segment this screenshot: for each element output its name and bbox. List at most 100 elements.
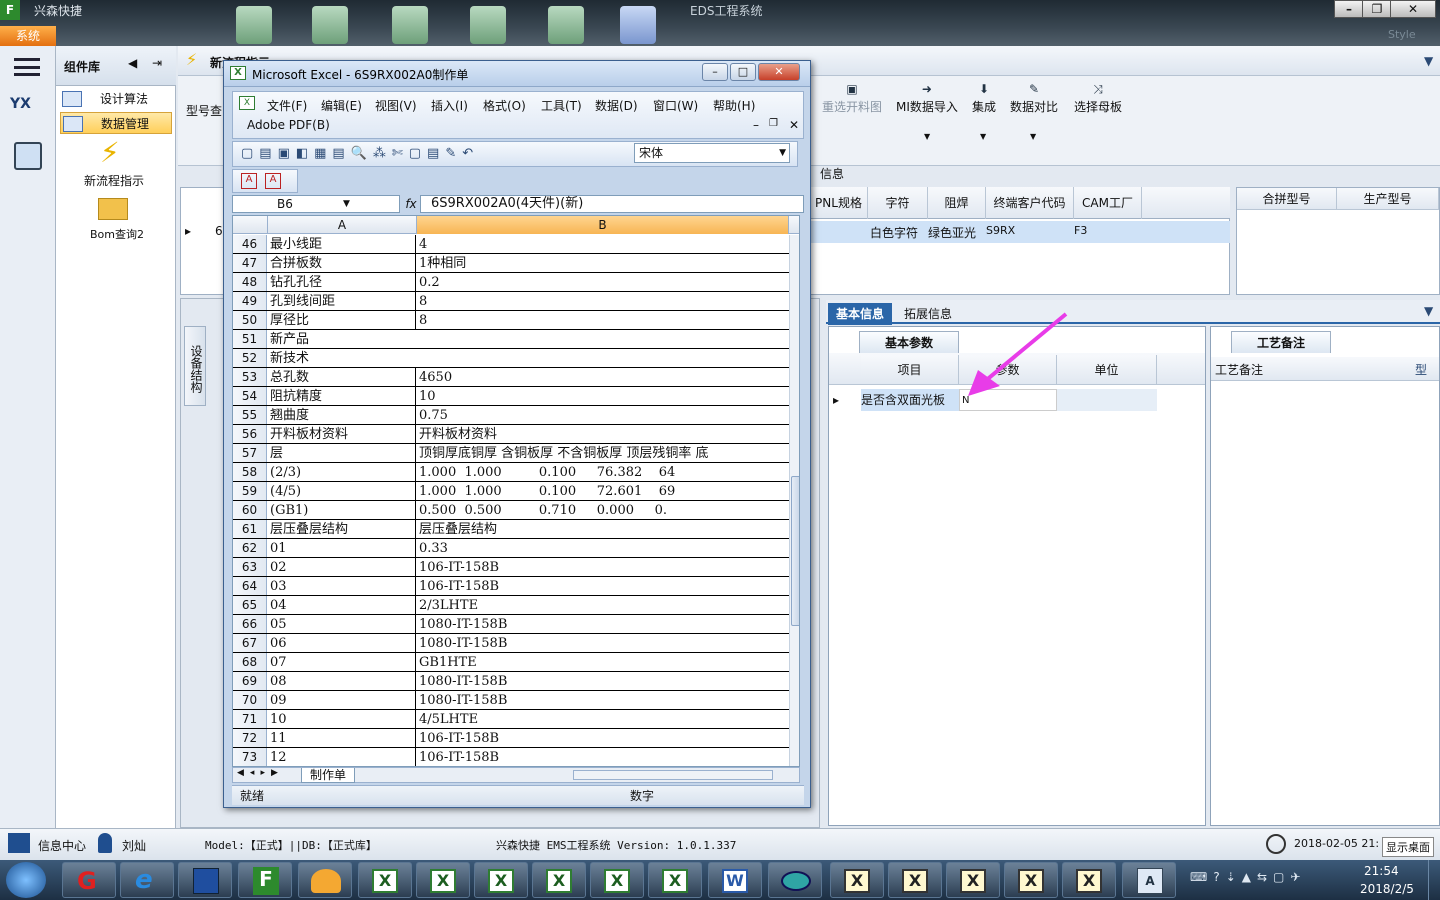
cell-solder[interactable]: 绿色亚光 [928,224,976,241]
dropdown-arrow-icon[interactable]: ▼ [980,132,986,141]
pdf-mail-icon[interactable]: A [265,173,281,189]
side-tab-equipment[interactable]: 设备结构 [184,326,206,406]
font-selector[interactable]: 宋体 ▼ [634,143,790,163]
sheet-row[interactable]: 69 08 1080-IT-158B [233,672,789,691]
cell-b[interactable]: 8 [417,292,789,310]
col-item[interactable]: 项目 [861,355,959,385]
chevron-down-icon[interactable]: ▼ [779,144,786,162]
row-number[interactable]: 70 [233,691,267,709]
sheet-row[interactable]: 49 孔到线间距 8 [233,292,789,311]
taskbar-excel[interactable]: X [648,862,702,898]
taskbar-ie[interactable]: e [120,862,174,898]
row-number[interactable]: 52 [233,349,267,367]
row-number[interactable]: 67 [233,634,267,652]
lib-item-design[interactable]: 设计算法 [60,88,172,110]
restore-button[interactable]: ❐ [1362,0,1392,18]
cell-b[interactable]: 1080-IT-158B [417,634,789,652]
row-number[interactable]: 62 [233,539,267,557]
cell-a[interactable]: 总孔数 [268,368,416,386]
menu-file[interactable]: 文件(F) [267,97,307,114]
bom-query-label[interactable]: Bom查询2 [90,226,144,242]
system-menu-button[interactable]: 系统 [0,26,56,46]
select-mother-board-button[interactable]: ⤨ 选择母板 [1074,82,1122,115]
row-number[interactable]: 54 [233,387,267,405]
row-number[interactable]: 48 [233,273,267,291]
tray-date[interactable]: 2018/2/5 [1360,882,1414,896]
taskbar-excel[interactable]: X [358,862,412,898]
sheet-row[interactable]: 50 厚径比 8 [233,311,789,330]
taskbar-app[interactable]: X [1062,862,1116,898]
sheet-row[interactable]: 66 05 1080-IT-158B [233,615,789,634]
cell-a[interactable]: (4/5) [268,482,416,500]
cell-a[interactable]: 合拼板数 [268,254,416,272]
show-desktop-strip[interactable] [1428,860,1440,900]
cell-a[interactable]: 10 [268,710,416,728]
cell-b[interactable]: 4/5LHTE [417,710,789,728]
taskbar-app[interactable]: X [946,862,1000,898]
excel-doc-icon[interactable]: X [239,96,255,110]
cell-a[interactable]: 孔到线间距 [268,292,416,310]
cell-a[interactable]: 新产品 [268,330,789,348]
sheet-row[interactable]: 57 层顶铜厚底铜厚 含铜板厚 不含铜板厚 顶层残铜率 底 [233,444,789,463]
name-box[interactable]: B6 ▼ [232,195,400,213]
sheet-row[interactable]: 53 总孔数 4650 [233,368,789,387]
col-type[interactable]: 型 [1415,361,1427,378]
dropdown-arrow-icon[interactable]: ▼ [924,132,930,141]
taskbar-shell[interactable] [298,862,352,898]
taskbar-app[interactable]: X [1004,862,1058,898]
cell-a[interactable]: 06 [268,634,416,652]
col-pnl[interactable]: PNL规格 [810,187,868,219]
menu-edit[interactable]: 编辑(E) [321,97,362,114]
taskbar-excel[interactable]: X [532,862,586,898]
sheet-row[interactable]: 72 11 106-IT-158B [233,729,789,748]
tray-icons[interactable]: ⌨?⇣▲⇆▢✈ [1190,870,1306,884]
row-number[interactable]: 66 [233,615,267,633]
cell-b[interactable]: 顶铜厚底铜厚 含铜板厚 不含铜板厚 顶层残铜率 底 [417,444,789,462]
show-desktop-button[interactable]: 显示桌面 [1382,837,1434,857]
doc-restore-icon[interactable]: ❐ [769,118,778,129]
cell-b[interactable]: 0.33 [417,539,789,557]
cell-char[interactable]: 白色字符 [870,224,918,241]
cell-a[interactable]: 09 [268,691,416,709]
col-notes[interactable]: 工艺备注 [1215,361,1263,378]
cell-b[interactable]: 1080-IT-158B [417,691,789,709]
taskbar-text-app[interactable]: A [1122,862,1176,898]
row-number[interactable]: 59 [233,482,267,500]
taskbar-excel[interactable]: X [416,862,470,898]
cell-cam-factory[interactable]: F3 [1074,224,1087,237]
cell-b[interactable]: 8 [417,311,789,329]
cell-b[interactable]: 1080-IT-158B [417,615,789,633]
cell-a[interactable]: 新技术 [268,349,789,367]
cell-a[interactable]: 12 [268,748,416,766]
taskbar-save[interactable] [178,862,232,898]
new-flow-label[interactable]: 新流程指示 [84,172,144,189]
taskbar-app-g[interactable]: G [62,862,116,898]
cell-a[interactable]: 阻抗精度 [268,387,416,405]
taskbar-excel[interactable]: X [590,862,644,898]
cell-b[interactable]: 2/3LHTE [417,596,789,614]
col-solder[interactable]: 阻焊 [928,187,986,219]
sheet-row[interactable]: 62 01 0.33 [233,539,789,558]
row-number[interactable]: 57 [233,444,267,462]
cell-a[interactable]: 04 [268,596,416,614]
col-cam-factory[interactable]: CAM工厂 [1074,187,1142,219]
cell-b[interactable]: 106-IT-158B [417,558,789,576]
chevron-down-icon[interactable]: ▼ [343,196,350,212]
sheet-row[interactable]: 73 12 106-IT-158B [233,748,789,766]
tray-time[interactable]: 21:54 [1364,864,1399,878]
cell-a[interactable]: 08 [268,672,416,690]
row-number[interactable]: 58 [233,463,267,481]
lightning-icon[interactable]: ⚡ [100,136,120,169]
row-number[interactable]: 68 [233,653,267,671]
col-combined-model[interactable]: 合拼型号 [1237,188,1337,210]
cell-a[interactable]: 07 [268,653,416,671]
row-number[interactable]: 60 [233,501,267,519]
row-number[interactable]: 69 [233,672,267,690]
chevron-down-icon[interactable]: ▼ [1424,304,1433,318]
cell-b[interactable]: 106-IT-158B [417,577,789,595]
row-number[interactable]: 50 [233,311,267,329]
excel-title-bar[interactable]: X Microsoft Excel - 6S9RX002A0制作单 – □ ✕ [224,61,810,87]
cell-a[interactable]: 厚径比 [268,311,416,329]
horizontal-scrollbar[interactable] [573,770,773,780]
menu-data[interactable]: 数据(D) [595,97,638,114]
